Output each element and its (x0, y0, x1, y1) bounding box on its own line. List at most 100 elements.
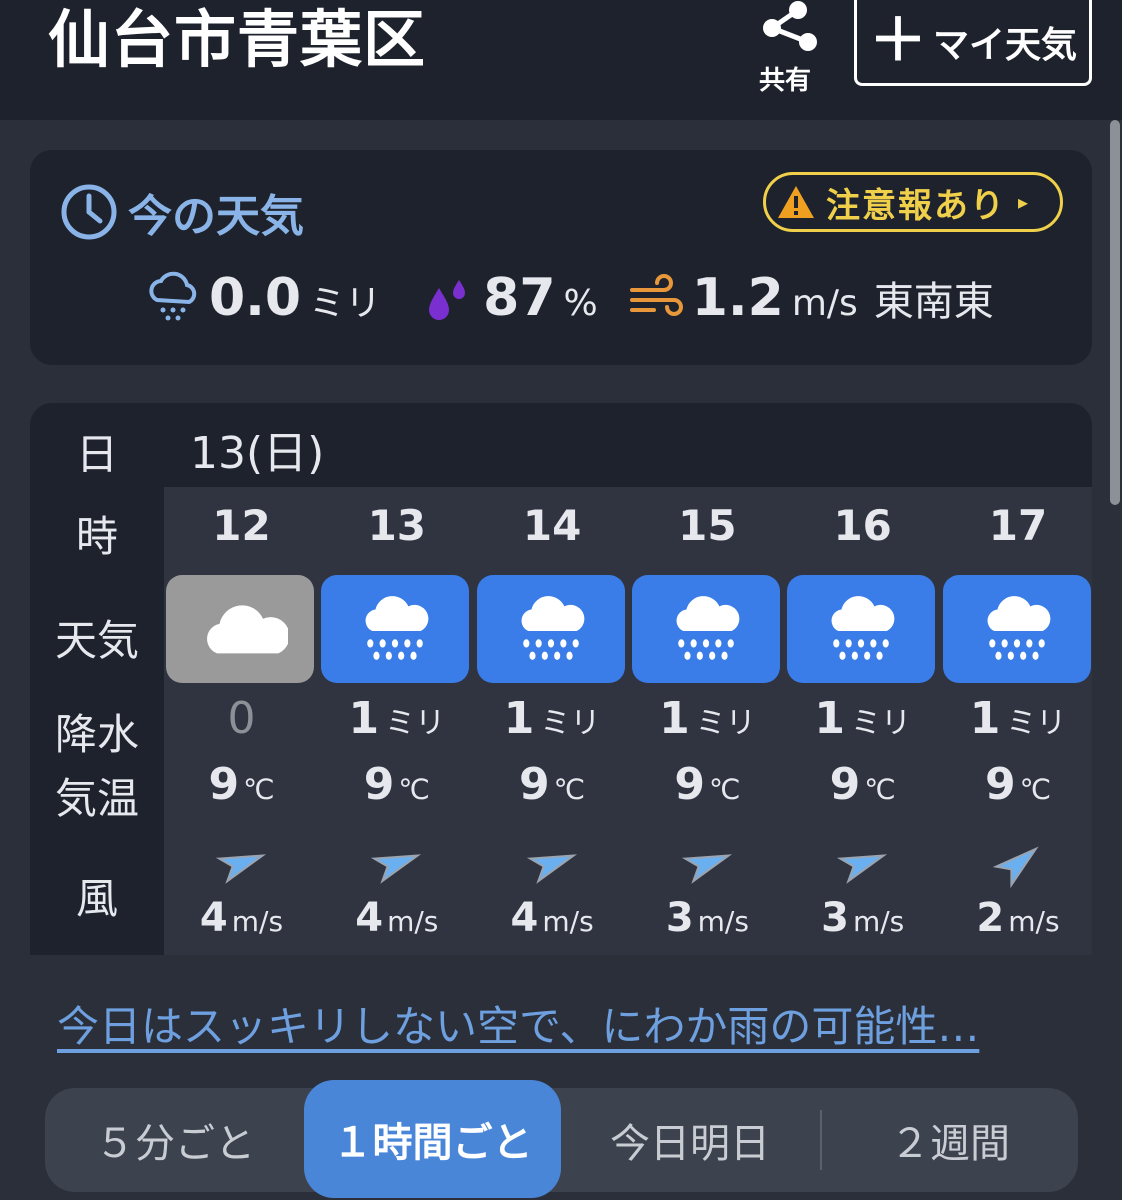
precip-stat: 0.0 ミリ (209, 268, 381, 328)
clock-icon (61, 184, 117, 240)
weather-tile (787, 575, 936, 683)
precip-value: 0.0 (209, 268, 302, 328)
wind-speed-value: 3 (821, 895, 849, 941)
hour-column: 13 1 ミリ 9 ℃ 4 m/s (319, 487, 474, 955)
precip-unit: ミリ (851, 706, 911, 741)
label-precip: 降水 (54, 710, 139, 759)
share-button[interactable]: 共有 (740, 0, 830, 96)
wind-speed-cell: 4 m/s (319, 895, 474, 941)
wind-direction-arrow-icon (526, 854, 577, 884)
temp-cell: 9 ℃ (941, 759, 1093, 810)
precip-unit: ミリ (1006, 706, 1067, 741)
rain-icon (521, 596, 584, 660)
temp-value: 9 (519, 759, 550, 810)
tab-2weeks[interactable]: ２週間 (822, 1088, 1078, 1192)
tab-today-tomorrow[interactable]: 今日明日 (561, 1088, 819, 1192)
temp-unit: ℃ (553, 773, 586, 806)
temp-value: 9 (208, 759, 240, 810)
precip-cell: 1 ミリ (785, 693, 940, 744)
temp-cell: 9 ℃ (475, 759, 630, 810)
weather-tile (166, 575, 314, 683)
share-icon (763, 1, 817, 51)
precip-cell: 1 ミリ (475, 693, 630, 744)
app-header: 仙台市青葉区 共有 ＋ マイ天気 (0, 0, 1122, 120)
wind-direction-arrow-icon (216, 854, 267, 884)
rain-icon (987, 596, 1050, 660)
precip-amount: 1 (659, 693, 690, 744)
add-my-weather-button[interactable]: ＋ マイ天気 (854, 0, 1092, 86)
wind-speed-value: 4 (510, 895, 539, 941)
hour-label: 17 (988, 501, 1048, 550)
wind-speed-cell: 3 m/s (630, 895, 785, 941)
temp-cell: 9 ℃ (319, 759, 474, 810)
wind-direction-arrow-icon (681, 854, 732, 884)
wind-direction-arrow-icon (837, 854, 888, 884)
row-labels: 日 時 天気 降水 気温 風 (30, 403, 164, 955)
wind-speed-cell: 4 m/s (475, 895, 630, 941)
current-weather-heading: 今の天気 (60, 180, 304, 244)
precip-amount: 1 (348, 693, 380, 744)
wind-direction: 東南東 (873, 279, 994, 325)
hour-label: 14 (522, 501, 582, 550)
label-day: 日 (75, 430, 118, 479)
forecast-summary-link[interactable]: 今日はスッキリしない空で、にわか雨の可能性… (57, 993, 979, 1054)
precip-amount: 1 (814, 693, 845, 744)
label-hour: 時 (75, 512, 118, 561)
temp-cell: 9 ℃ (785, 759, 940, 810)
temp-value: 9 (674, 759, 705, 810)
precip-cell: 1 ミリ (941, 693, 1093, 744)
wind-speed-unit: m/s (231, 905, 284, 938)
hour-column: 16 1 ミリ 9 ℃ 3 m/s (785, 487, 940, 955)
rain-icon (676, 596, 740, 660)
temp-value: 9 (829, 759, 861, 810)
wind-speed-value: 4 (199, 895, 228, 941)
wind-direction-arrow-icon (992, 846, 1039, 889)
wind-speed-cell: 3 m/s (785, 895, 940, 941)
wind-speed-value: 2 (976, 895, 1005, 941)
weather-tile (631, 575, 780, 683)
wind-speed-unit: m/s (852, 905, 905, 938)
temp-unit: ℃ (243, 773, 275, 806)
wind-unit: m/s (791, 283, 858, 324)
wind-speed-unit: m/s (697, 905, 749, 938)
humidity-stat: 87 % (483, 268, 598, 328)
wind-speed-unit: m/s (542, 905, 594, 938)
tab-5min[interactable]: ５分ごと (45, 1088, 305, 1192)
tab-hourly[interactable]: １時間ごと (304, 1080, 561, 1198)
hour-label: 15 (678, 501, 737, 550)
wind-icon (629, 274, 683, 316)
scrollbar[interactable] (1109, 120, 1122, 1200)
wind-speed-cell: 4 m/s (164, 895, 319, 941)
date-row: 13(日) (164, 403, 1092, 487)
wind-speed-unit: m/s (1008, 905, 1060, 938)
warning-icon (778, 186, 814, 218)
precip-unit: ミリ (309, 283, 382, 324)
interval-tabs: ５分ごと １時間ごと 今日明日 ２週間 (45, 1080, 1078, 1198)
precip-cell: 0 (164, 693, 319, 744)
chevron-right-icon: ▸ (1018, 190, 1029, 214)
hour-column: 14 1 ミリ 9 ℃ 4 m/s (475, 487, 630, 955)
scrollbar-thumb[interactable] (1110, 120, 1120, 505)
precip-amount: 0 (227, 693, 256, 744)
my-weather-label: マイ天気 (933, 24, 1078, 66)
share-label: 共有 (758, 66, 811, 96)
hour-column: 17 1 ミリ 9 ℃ 2 m/s (941, 487, 1093, 955)
plus-icon: ＋ (868, 5, 927, 74)
hour-column: 12 0 9 ℃ 4 m/s (164, 487, 319, 955)
alert-button[interactable]: 注意報あり ▸ (763, 172, 1063, 232)
precip-cell: 1 ミリ (319, 693, 474, 744)
hour-column: 15 1 ミリ 9 ℃ 3 m/s (630, 487, 785, 955)
label-weather: 天気 (54, 616, 139, 665)
hour-label: 12 (212, 501, 271, 550)
label-temp: 気温 (54, 774, 139, 823)
temp-unit: ℃ (708, 773, 741, 806)
temp-value: 9 (363, 759, 395, 810)
wind-speed-unit: m/s (387, 905, 439, 938)
precip-cell: 1 ミリ (630, 693, 785, 744)
date-label: 13(日) (190, 428, 325, 479)
hour-label: 13 (367, 501, 427, 550)
humidity-unit: % (563, 283, 598, 324)
weather-tile (476, 575, 625, 683)
wind-stat: 1.2 m/s 東南東 (692, 268, 994, 328)
precip-unit: ミリ (385, 706, 446, 741)
